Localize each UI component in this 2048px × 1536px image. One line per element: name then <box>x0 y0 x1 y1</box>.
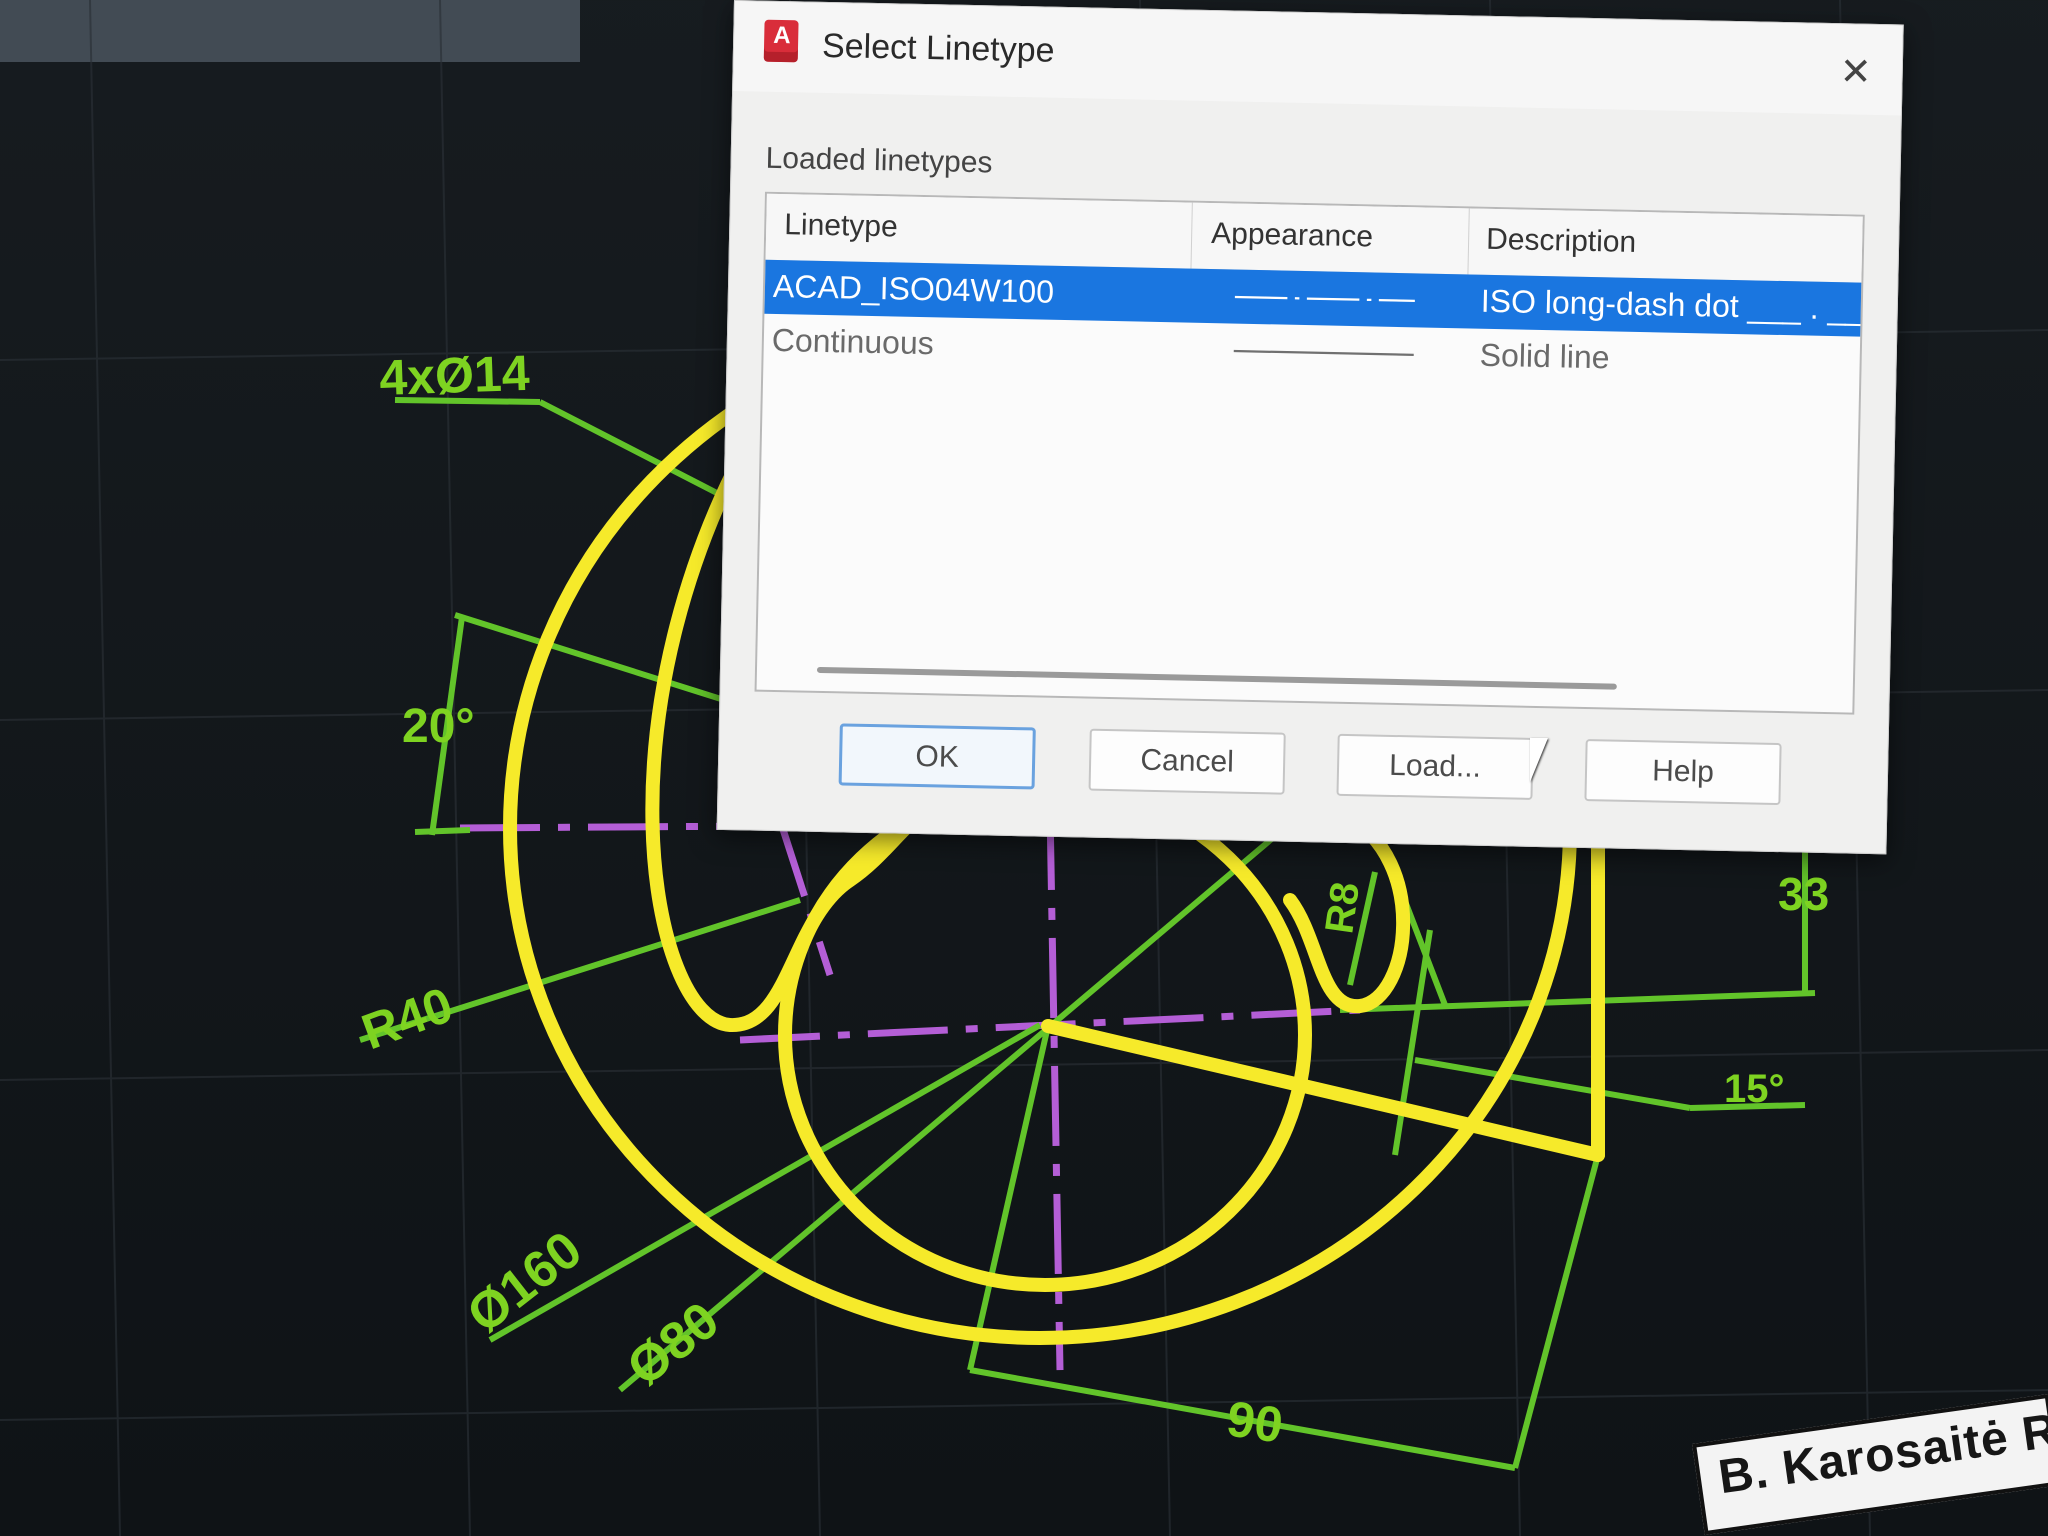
linetype-list[interactable]: Linetype Appearance Description ACAD_ISO… <box>754 191 1865 715</box>
autocad-app-icon <box>763 19 799 63</box>
close-icon[interactable]: ✕ <box>1835 51 1876 94</box>
row-description: Solid line <box>1479 336 1610 376</box>
cancel-button[interactable]: Cancel <box>1088 728 1286 795</box>
radius-8-dimension: R8 <box>1317 879 1368 936</box>
dim-90: 90 <box>1223 1390 1286 1453</box>
column-separator[interactable] <box>1190 202 1193 269</box>
angle-15-dimension: 15° <box>1724 1067 1785 1111</box>
long-dash-dot-pattern-icon <box>1234 295 1415 302</box>
load-button[interactable]: Load... <box>1336 733 1534 800</box>
row-linetype-name: Continuous <box>771 321 935 362</box>
column-separator[interactable] <box>1467 208 1470 275</box>
radius-40-dimension: R40 <box>355 976 460 1060</box>
row-description: ISO long-dash dot ___ . ___ <box>1480 282 1862 328</box>
help-button[interactable]: Help <box>1584 738 1782 806</box>
horizontal-scrollbar[interactable] <box>816 666 1617 690</box>
mouse-pointer-icon <box>1530 738 1562 782</box>
holes-dimension: 4xØ14 <box>378 345 530 406</box>
centerlines <box>459 809 1361 1371</box>
column-appearance[interactable]: Appearance <box>1211 217 1373 260</box>
select-linetype-dialog: Select Linetype ✕ Loaded linetypes Linet… <box>716 0 1904 855</box>
dialog-title: Select Linetype <box>821 26 1055 70</box>
angle-20-dimension: 20° <box>402 700 475 753</box>
loaded-linetypes-label: Loaded linetypes <box>765 141 993 180</box>
dim-33: 33 <box>1778 868 1829 920</box>
solid-pattern-icon <box>1233 349 1414 356</box>
column-description[interactable]: Description <box>1486 223 1637 266</box>
column-linetype[interactable]: Linetype <box>784 208 898 250</box>
ok-button[interactable]: OK <box>838 723 1036 790</box>
row-linetype-name: ACAD_ISO04W100 <box>772 267 1055 310</box>
dia-160-dimension: Ø160 <box>457 1220 593 1344</box>
